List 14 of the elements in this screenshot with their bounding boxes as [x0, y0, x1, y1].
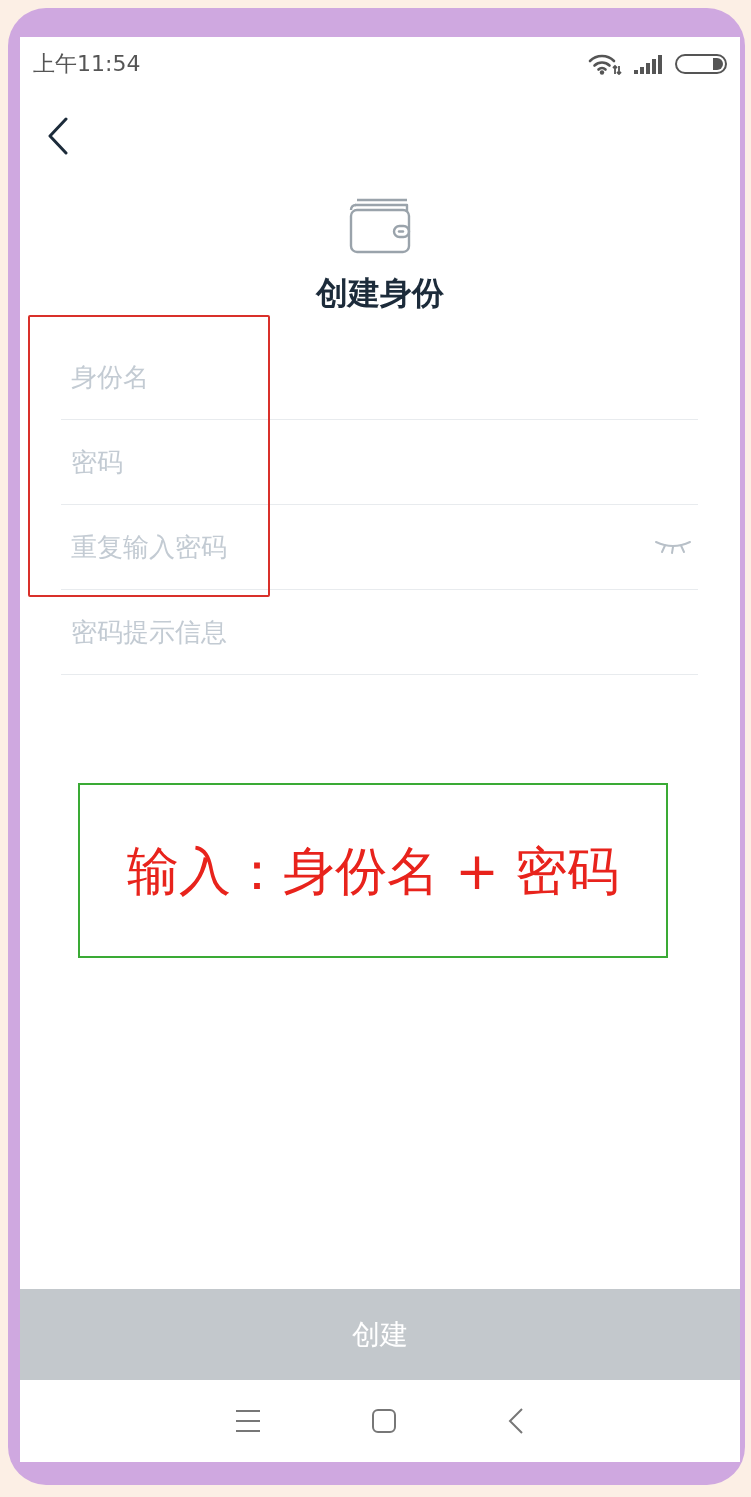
- input-field[interactable]: 密码提示信息: [61, 590, 698, 674]
- battery-icon: [675, 53, 727, 74]
- callout-text: 输入：身份名 + 密码: [126, 839, 620, 903]
- status-time: 上午11:54: [33, 50, 141, 77]
- input-field[interactable]: 身份名: [61, 335, 698, 419]
- menu-icon[interactable]: [236, 1410, 260, 1432]
- wifi-icon: [588, 52, 622, 75]
- back-icon[interactable]: [47, 117, 69, 155]
- input-field[interactable]: 密码: [61, 420, 698, 504]
- square-icon[interactable]: [372, 1409, 396, 1433]
- input-field[interactable]: 重复输入密码: [61, 505, 654, 589]
- wallet-icon: [349, 198, 411, 254]
- signal-icon: [634, 53, 663, 74]
- page-title: 创建身份: [314, 273, 445, 313]
